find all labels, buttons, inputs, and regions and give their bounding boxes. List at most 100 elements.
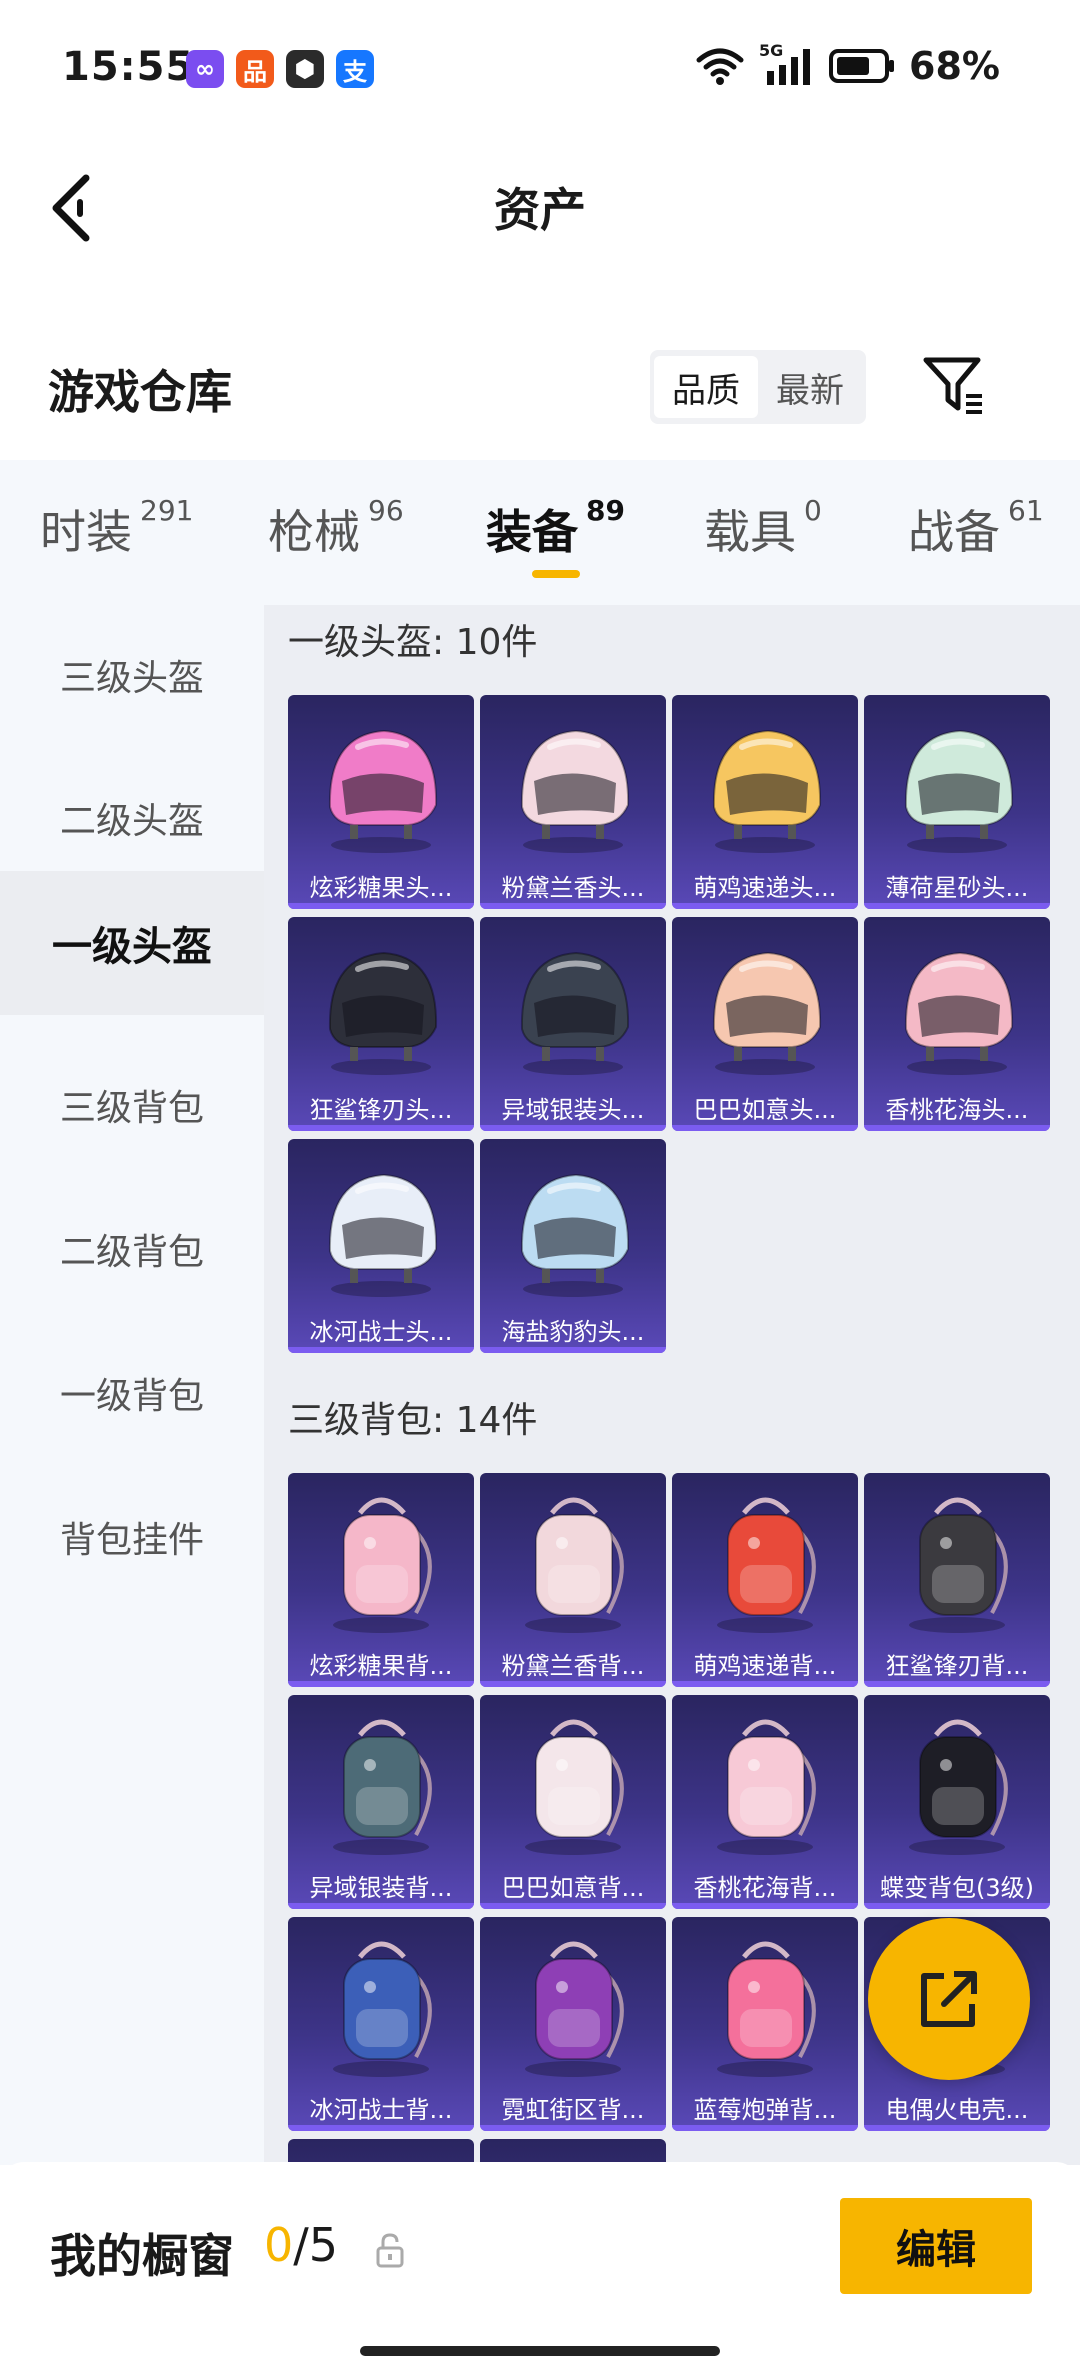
tab-weapons[interactable]: 枪械 96 (268, 494, 404, 562)
rarity-stripe (288, 2125, 474, 2131)
wifi-icon (696, 48, 744, 85)
tab-count: 291 (140, 494, 194, 527)
helmet-card[interactable]: 海盐豹豹头... (480, 1139, 666, 1353)
helmet-card[interactable]: 异域银装头... (480, 917, 666, 1131)
backpack-card[interactable]: 异域银装背... (288, 1695, 474, 1909)
rarity-stripe (288, 1347, 474, 1353)
backpack-image (909, 1497, 1008, 1633)
backpack-image (909, 1719, 1008, 1855)
backpack-image (717, 1497, 816, 1633)
category-tab-bar: 时装 291 枪械 96 装备 89 载具 0 战备 61 (0, 460, 1080, 605)
rarity-stripe (672, 1125, 858, 1131)
item-name: 萌鸡速递背... (693, 1652, 837, 1680)
showcase-current: 0 (264, 2218, 294, 2272)
backpack-image (717, 1941, 816, 2077)
backpack-card[interactable]: 炫彩糖果背... (288, 1473, 474, 1687)
rarity-stripe (864, 2125, 1050, 2131)
sort-newest-button[interactable]: 最新 (758, 356, 862, 418)
item-name: 粉黛兰香背... (501, 1652, 645, 1680)
helmet-card[interactable]: 薄荷星砂头... (864, 695, 1050, 909)
rarity-stripe (480, 903, 666, 909)
item-name: 香桃花海背... (693, 1874, 837, 1902)
item-name: 异域银装头... (501, 1096, 645, 1124)
filter-icon[interactable] (922, 354, 986, 418)
edit-button[interactable]: 编辑 (840, 2198, 1032, 2294)
helmet-image (520, 1173, 630, 1297)
helmet-image (520, 729, 630, 853)
infinity-app-icon: ∞ (186, 50, 224, 88)
alipay-app-icon: 支 (336, 50, 374, 88)
helmet-image (904, 729, 1014, 853)
rarity-stripe (672, 1903, 858, 1909)
sort-quality-button[interactable]: 品质 (654, 356, 758, 418)
tab-count: 61 (1008, 494, 1044, 527)
rarity-stripe (672, 2125, 858, 2131)
side-nav-item[interactable]: 一级头盔 (0, 871, 264, 1015)
item-name: 炫彩糖果头... (309, 874, 453, 902)
backpack-card[interactable]: 香桃花海背... (672, 1695, 858, 1909)
helmet-card[interactable]: 巴巴如意头... (672, 917, 858, 1131)
rarity-stripe (864, 1125, 1050, 1131)
item-name: 粉黛兰香头... (501, 874, 645, 902)
backpack-card[interactable]: 冰河战士背... (288, 1917, 474, 2131)
status-indicators: 5G 68% (695, 41, 1000, 88)
helmet-image (712, 951, 822, 1075)
helmet-image (712, 729, 822, 853)
helmet-card[interactable]: 狂鲨锋刃头... (288, 917, 474, 1131)
side-nav-item[interactable]: 二级背包 (0, 1179, 264, 1319)
backpack-image (717, 1719, 816, 1855)
share-button[interactable] (868, 1918, 1030, 2080)
rarity-stripe (480, 2125, 666, 2131)
item-name: 狂鲨锋刃头... (309, 1096, 453, 1124)
side-nav-item[interactable]: 三级头盔 (0, 605, 264, 745)
home-indicator[interactable] (360, 2346, 720, 2356)
backpack-card[interactable]: 巴巴如意背... (480, 1695, 666, 1909)
status-time: 15:55 (62, 44, 195, 90)
rarity-stripe (288, 1903, 474, 1909)
tab-equipment[interactable]: 装备 89 (486, 494, 625, 562)
backpack-card[interactable]: 狂鲨锋刃背... (864, 1473, 1050, 1687)
warehouse-title: 游戏仓库 (48, 365, 232, 419)
rarity-stripe (480, 1903, 666, 1909)
helmet-image (328, 1173, 438, 1297)
backpack-card[interactable]: 萌鸡速递背... (672, 1473, 858, 1687)
helmet-card[interactable]: 冰河战士头... (288, 1139, 474, 1353)
item-name: 海盐豹豹头... (501, 1318, 645, 1346)
status-bar: 15:55 ∞ 品 ⬢ 支 5G 68% (0, 0, 1080, 140)
tab-vehicles[interactable]: 载具 0 (704, 494, 822, 562)
item-name: 霓虹街区背... (501, 2096, 645, 2124)
backpack-card[interactable]: 蓝莓炮弹背... (672, 1917, 858, 2131)
share-icon (921, 1971, 977, 2027)
backpack-image (333, 1497, 432, 1633)
page-title: 资产 (494, 183, 586, 237)
side-nav-item[interactable]: 一级背包 (0, 1323, 264, 1463)
backpack-card[interactable]: 霓虹街区背... (480, 1917, 666, 2131)
rarity-stripe (288, 1681, 474, 1687)
tab-count: 89 (586, 494, 625, 527)
backpack-card[interactable]: 粉黛兰香背... (480, 1473, 666, 1687)
backpack-image (333, 1719, 432, 1855)
item-name: 炫彩糖果背... (309, 1652, 453, 1680)
helmet-card[interactable]: 萌鸡速递头... (672, 695, 858, 909)
backpack-image (333, 1941, 432, 2077)
tab-count: 0 (804, 494, 822, 527)
item-name: 巴巴如意头... (693, 1096, 837, 1124)
helmet-card[interactable]: 粉黛兰香头... (480, 695, 666, 909)
battery-icon (829, 49, 895, 83)
side-nav-item[interactable]: 三级背包 (0, 1035, 264, 1175)
side-nav-item[interactable]: 二级头盔 (0, 748, 264, 888)
helmet-card[interactable]: 香桃花海头... (864, 917, 1050, 1131)
item-name: 巴巴如意背... (501, 1874, 645, 1902)
rarity-stripe (864, 903, 1050, 909)
backpack-image (525, 1497, 624, 1633)
tab-tactical[interactable]: 战备 61 (908, 494, 1044, 562)
group-title: 三级背包: 14件 (288, 1400, 538, 1441)
backpack-card[interactable]: 蝶变背包(3级) (864, 1695, 1050, 1909)
side-nav-item[interactable]: 背包挂件 (0, 1467, 264, 1607)
group-title: 一级头盔: 10件 (288, 622, 538, 663)
helmet-card[interactable]: 炫彩糖果头... (288, 695, 474, 909)
tab-fashion[interactable]: 时装 291 (40, 494, 194, 562)
tab-label: 时装 (40, 505, 132, 559)
rarity-stripe (480, 1347, 666, 1353)
backpack-image (525, 1719, 624, 1855)
